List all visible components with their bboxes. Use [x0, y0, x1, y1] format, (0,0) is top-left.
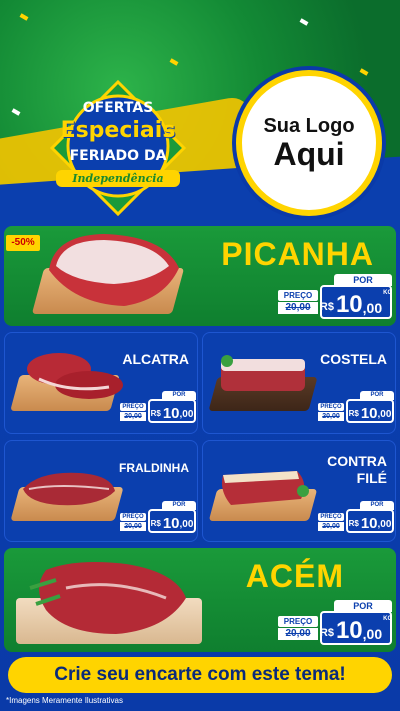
badge-line2: Especiais — [60, 118, 176, 143]
fraldinha-meat-icon — [23, 472, 115, 506]
price-dec: ,00 — [362, 300, 383, 316]
preco-label: PREÇO — [318, 513, 344, 521]
price-int: 10 — [162, 405, 180, 422]
old-price: 20,00 — [120, 412, 146, 421]
price-dec: ,00 — [362, 626, 383, 642]
ofertas-badge: OFERTAS Especiais FERIADO DA Independênc… — [48, 78, 188, 218]
product-name: CONTRA FILÉ — [327, 453, 387, 487]
product-card-alcatra: ALCATRA POR PREÇO 20,00 R$ 10 ,00 — [4, 332, 198, 434]
confetti — [169, 58, 179, 66]
currency: R$ — [319, 627, 334, 639]
price-tag: POR PREÇO 20,00 R$ 10 ,00 — [120, 391, 196, 425]
unit: KG — [383, 616, 393, 622]
price-tag: POR PREÇO 20,00 R$ 10 ,00 KG — [278, 600, 392, 646]
current-price: R$ 10 ,00 — [148, 399, 196, 423]
badge-line3: FERIADO DA — [69, 148, 167, 164]
product-card-contra-file: CONTRA FILÉ POR PREÇO 20,00 R$ 10 ,00 — [202, 440, 396, 542]
logo-line1: Sua Logo — [263, 114, 355, 137]
preco-label: PREÇO — [278, 290, 318, 301]
current-price: R$ 10 ,00 KG — [320, 611, 392, 645]
current-price: R$ 10 ,00 — [346, 399, 394, 423]
logo-line2: Aqui — [273, 135, 345, 172]
currency: R$ — [348, 519, 359, 528]
picanha-meat-icon — [49, 234, 179, 306]
currency: R$ — [150, 519, 161, 528]
price-dec: ,00 — [179, 519, 194, 530]
confetti — [299, 18, 309, 26]
price-tag: POR PREÇO 20,00 R$ 10 ,00 — [120, 501, 196, 535]
badge-line4: Independência — [56, 170, 180, 187]
costela-meat-icon — [221, 355, 305, 391]
cta-banner[interactable]: Crie seu encarte com este tema! — [8, 657, 392, 693]
price-int: 10 — [360, 405, 378, 422]
price-tag: POR PREÇO 20,00 R$ 10 ,00 — [318, 391, 394, 425]
preco-label: PREÇO — [120, 403, 146, 411]
alcatra-meat-icon — [27, 353, 123, 399]
price-dec: ,00 — [377, 409, 392, 420]
old-price: 20,00 — [278, 628, 318, 640]
logo-placeholder: Sua Logo Aqui — [236, 70, 382, 216]
product-name: ACÉM — [245, 558, 344, 594]
price-int: 10 — [335, 291, 363, 318]
product-card-costela: COSTELA POR PREÇO 20,00 R$ 10 ,00 — [202, 332, 396, 434]
old-price: 20,00 — [318, 412, 344, 421]
preco-label: PREÇO — [318, 403, 344, 411]
currency: R$ — [319, 301, 334, 313]
currency: R$ — [150, 409, 161, 418]
preco-label: PREÇO — [278, 616, 318, 627]
price-int: 10 — [360, 515, 378, 532]
contra-file-meat-icon — [222, 471, 309, 505]
old-price: 20,00 — [120, 522, 146, 531]
price-tag: POR PREÇO 20,00 R$ 10 ,00 KG — [278, 274, 392, 320]
product-card-fraldinha: FRALDINHA POR PREÇO 20,00 R$ 10 ,00 — [4, 440, 198, 542]
flyer: OFERTAS Especiais FERIADO DA Independênc… — [0, 0, 400, 711]
price-dec: ,00 — [179, 409, 194, 420]
old-price: 20,00 — [318, 522, 344, 531]
price-int: 10 — [162, 515, 180, 532]
product-name: FRALDINHA — [119, 461, 189, 475]
preco-label: PREÇO — [120, 513, 146, 521]
product-card-picanha: PICANHA POR PREÇO 20,00 R$ 10 ,00 KG — [4, 226, 396, 326]
badge-line1: OFERTAS — [82, 100, 154, 116]
confetti — [11, 108, 21, 116]
price-tag: POR PREÇO 20,00 R$ 10 ,00 — [318, 501, 394, 535]
price-int: 10 — [335, 617, 363, 644]
current-price: R$ 10 ,00 — [346, 509, 394, 533]
discount-badge: -50% — [6, 235, 40, 251]
disclaimer: *Imagens Meramente Ilustrativas — [6, 696, 123, 705]
confetti — [19, 13, 29, 21]
product-name: COSTELA — [320, 351, 387, 367]
product-name: ALCATRA — [122, 351, 189, 367]
confetti — [359, 68, 369, 76]
current-price: R$ 10 ,00 KG — [320, 285, 392, 319]
old-price: 20,00 — [278, 302, 318, 314]
acem-meat-icon — [29, 562, 186, 634]
price-dec: ,00 — [377, 519, 392, 530]
product-name-line1: CONTRA — [327, 453, 387, 469]
product-card-acem: ACÉM POR PREÇO 20,00 R$ 10 ,00 KG — [4, 548, 396, 652]
unit: KG — [383, 290, 393, 296]
product-name: PICANHA — [221, 236, 374, 272]
current-price: R$ 10 ,00 — [148, 509, 196, 533]
product-name-line2: FILÉ — [356, 470, 387, 486]
currency: R$ — [348, 409, 359, 418]
